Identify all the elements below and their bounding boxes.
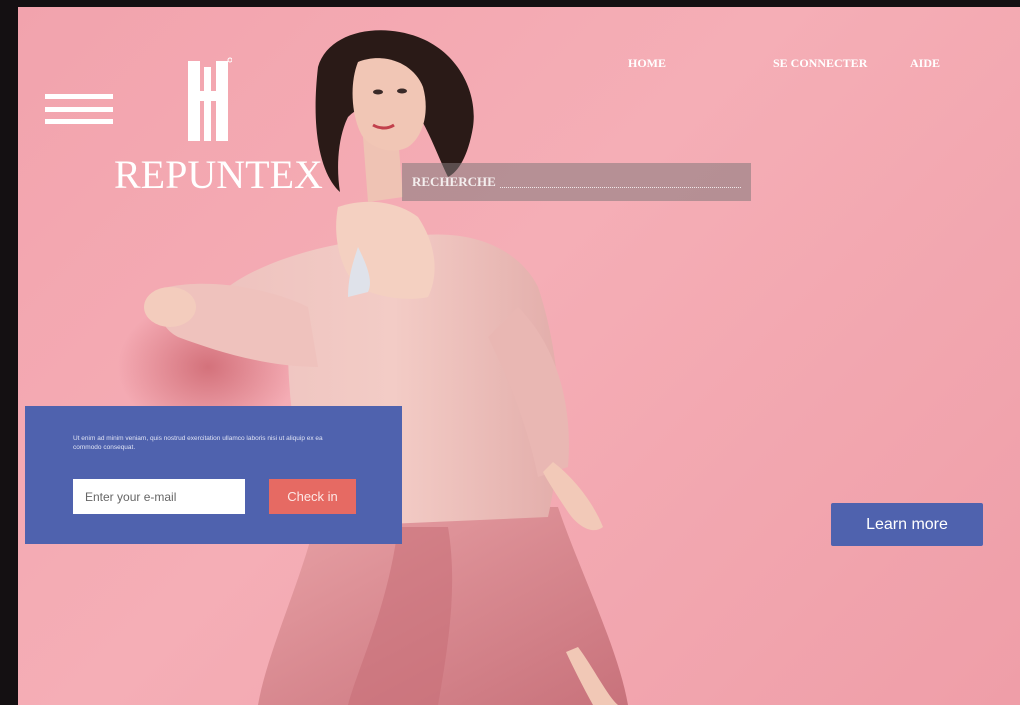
learn-more-button[interactable]: Learn more — [831, 503, 983, 546]
check-in-button[interactable]: Check in — [269, 479, 356, 514]
hamburger-icon[interactable] — [45, 94, 113, 124]
page-frame: REPUNTEX HOME SE CONNECTER AIDE RECHERCH… — [18, 7, 1020, 705]
signup-description: Ut enim ad minim veniam, quis nostrud ex… — [73, 435, 323, 451]
email-field[interactable] — [73, 479, 245, 514]
nav-help-link[interactable]: AIDE — [910, 56, 940, 71]
brand-logo[interactable]: REPUNTEX — [114, 57, 323, 197]
search-bar[interactable]: RECHERCHE — [402, 163, 751, 201]
hotel-monogram-icon — [188, 57, 232, 141]
nav-login-link[interactable]: SE CONNECTER — [773, 56, 867, 71]
search-input-line[interactable] — [499, 186, 741, 188]
nav-home-link[interactable]: HOME — [628, 56, 666, 71]
signup-panel: Ut enim ad minim veniam, quis nostrud ex… — [25, 406, 402, 544]
brand-name: REPUNTEX — [114, 152, 323, 197]
search-label: RECHERCHE — [412, 174, 496, 189]
hamburger-line — [45, 94, 113, 99]
hamburger-line — [45, 106, 113, 112]
hamburger-line — [45, 119, 113, 124]
